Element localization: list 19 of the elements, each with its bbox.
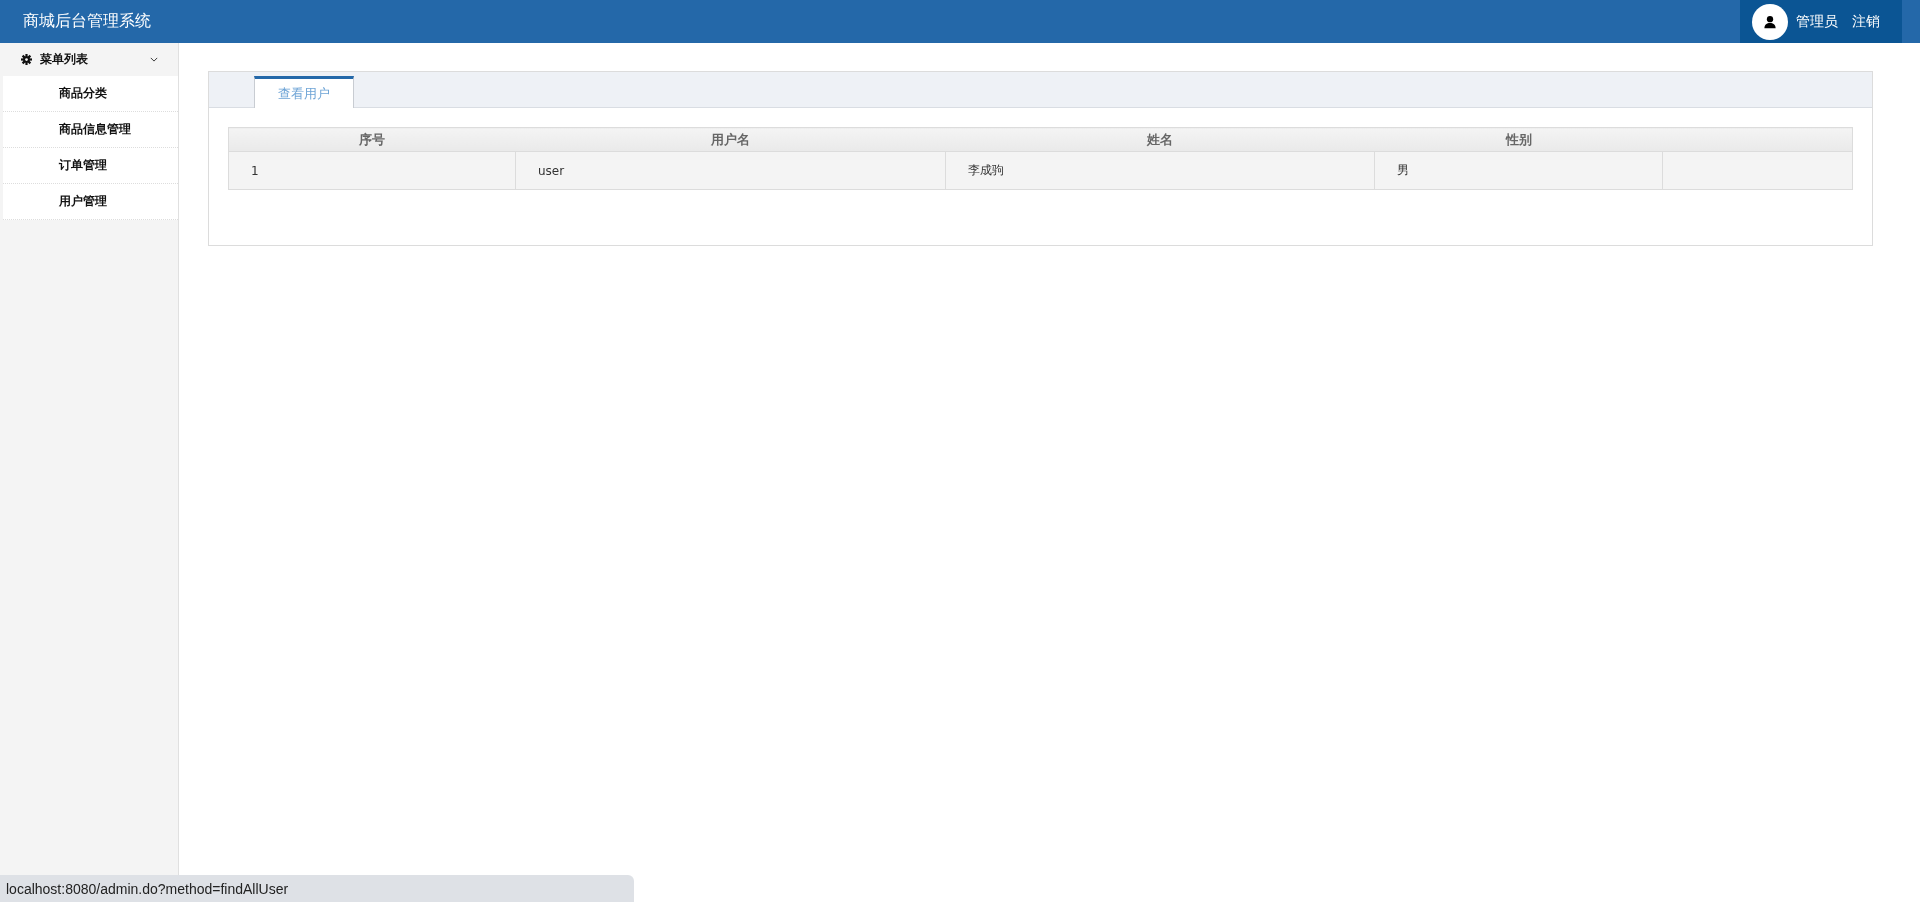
gear-icon	[21, 54, 32, 65]
menu-item[interactable]: 商品分类	[3, 76, 178, 112]
table-cell: 李成驹	[945, 151, 1375, 190]
user-avatar-icon[interactable]	[1752, 3, 1788, 40]
app-title: 商城后台管理系统	[23, 11, 151, 32]
column-header: 姓名	[945, 127, 1375, 152]
table-cell: 男	[1374, 151, 1663, 190]
menu-item[interactable]: 订单管理	[3, 148, 178, 184]
menu-item[interactable]: 用户管理	[3, 184, 178, 220]
table-cell: 1	[228, 151, 516, 190]
menu-item[interactable]: 商品信息管理	[3, 112, 178, 148]
logout-link[interactable]: 注销	[1852, 12, 1880, 31]
table-cell: user	[515, 151, 946, 190]
user-name: 管理员	[1796, 12, 1838, 31]
column-header: 序号	[228, 127, 516, 152]
menu-header[interactable]: 菜单列表	[0, 43, 178, 76]
status-bar-url: localhost:8080/admin.do?method=findAllUser	[0, 875, 634, 902]
column-header: 用户名	[515, 127, 946, 152]
column-header: 性别	[1374, 127, 1663, 152]
